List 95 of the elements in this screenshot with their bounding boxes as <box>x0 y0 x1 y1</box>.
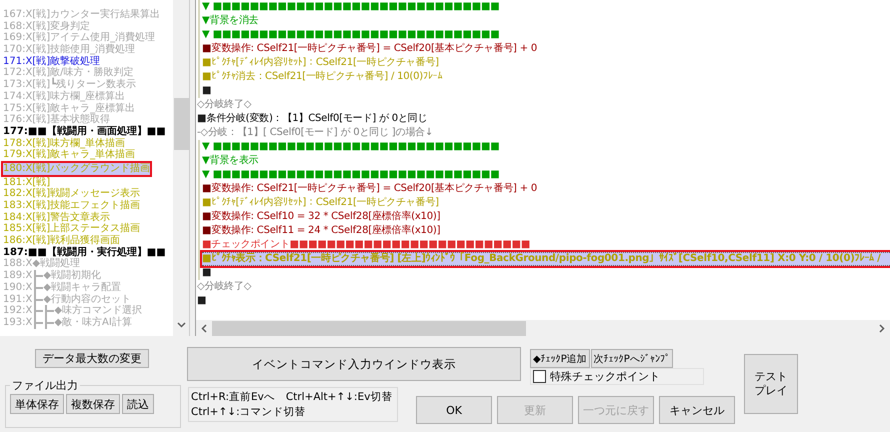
save-button[interactable]: 単体保存 <box>10 394 64 414</box>
command-text: ﾋﾟｸﾁｬ[ﾃﾞｨﾚｲ内容ﾘｾｯﾄ]：CSelf21[一時ピクチャ番号] <box>211 56 439 70</box>
event-list-item[interactable]: ◆戦闘処理 <box>32 258 80 270</box>
command-text: 変数操作: CSelf11 = 24 * CSelf28[座標倍率(x10)] <box>211 224 440 238</box>
event-list-item[interactable]: ◆行動内容のセット <box>43 294 132 306</box>
row-number: 190:X <box>3 282 32 294</box>
add-checkpoint-button[interactable]: ◆ﾁｪｯｸP追加 <box>530 349 590 368</box>
command-marker: ■ <box>202 252 212 266</box>
event-list-item[interactable]: 187:■■【戦闘用・実行処理】■■ <box>3 246 166 258</box>
max-data-button[interactable]: データ最大数の変更 <box>35 349 149 368</box>
tree-line <box>34 316 44 329</box>
event-list-item[interactable]: 172:X[戦]敵/味方・勝敗判定 <box>3 67 134 80</box>
dialog-button[interactable]: OK <box>416 396 492 424</box>
checkbox[interactable] <box>533 370 546 383</box>
event-list-item[interactable]: 184:X[戦]警告文章表示 <box>3 212 110 224</box>
command-marker: ■ <box>202 70 212 84</box>
event-list-item[interactable]: 182:X[戦]戦闘メッセージ表示 <box>3 188 140 200</box>
command-marker: ■ <box>202 42 212 56</box>
command-marker: ■ <box>197 112 206 126</box>
chevron-left-icon[interactable] <box>201 324 207 332</box>
command-window-button[interactable]: イベントコマンド入力ウインドウ表示 <box>187 347 521 381</box>
command-text: 変数操作: CSelf21[一時ピクチャ番号] = CSelf20[基本ピクチャ番号] + 0 <box>211 182 538 196</box>
event-list-item[interactable]: 174:X[戦]味方欄_座標算出 <box>3 90 126 102</box>
separator-comment: ▼ ■■■■■■■■■■■■■■■■■■■■■■■■■■■■■■■ <box>202 28 500 42</box>
command-text: ▼背景を表示 <box>202 154 258 168</box>
row-number: 189:X <box>3 270 32 282</box>
command-text: 変数操作: CSelf10 = 32 * CSelf28[座標倍率(x10)] <box>211 210 440 224</box>
command-marker: ■ <box>202 182 212 196</box>
shortcut-text: Ctrl+R:直前Evへ Ctrl+Alt+↑↓:Ev切替 <box>191 390 394 405</box>
event-list-item[interactable]: 180:X[戦]バックグラウンド描画 <box>3 162 150 175</box>
row-number: 192:X <box>3 305 32 317</box>
horizontal-scrollbar[interactable] <box>196 320 890 336</box>
row-number: 193:X <box>3 316 32 329</box>
command-marker: ■ <box>202 224 212 238</box>
event-list-item[interactable]: 186:X[戦]戦利品獲得画面 <box>3 235 120 247</box>
command-text: ■チェックポイント■■■■■■■■■■■■■■■■■■■■■■■■■■ <box>202 238 530 252</box>
row-number: 191:X <box>3 294 32 306</box>
command-text: ◇分岐終了◇ <box>197 280 252 294</box>
command-marker: ■ <box>202 266 212 280</box>
row-number: 188:X <box>3 258 32 270</box>
save-button[interactable]: 読込 <box>122 394 154 414</box>
shortcut-text: Ctrl+↑↓:コマンド切替 <box>191 405 307 420</box>
command-text: ﾋﾟｸﾁｬ[ﾃﾞｨﾚｲ内容ﾘｾｯﾄ]：CSelf21[一時ピクチャ番号] <box>211 196 439 210</box>
event-list-item[interactable]: 176:X[戦]基本状態取得 <box>3 114 110 126</box>
command-marker: ■ <box>202 196 212 210</box>
event-list-item[interactable]: 171:X[戦]敵撃破処理 <box>3 56 100 68</box>
command-marker: ■ <box>202 84 212 98</box>
selected-command-row[interactable]: ■ﾋﾟｸﾁｬ表示：CSelf21[一時ピクチャ番号] [左上]ｳｨﾝﾄﾞｳ「Fog_BackGround/pipo-fog001.png」ｻｲｽﾞ[CSelf10,CSelf11] X:0 Y:0 / 10(0)ﾌﾚｰﾑ / <box>202 252 890 266</box>
tree-line <box>34 305 44 317</box>
event-list-item[interactable]: 169:X[戦]アイテム使用_消費処理 <box>3 32 156 44</box>
event-list[interactable] <box>0 0 190 336</box>
group-legend: ファイル出力 <box>10 378 80 393</box>
event-list-item[interactable]: 173:X[戦]┗残りターン数表示 <box>3 79 136 91</box>
event-list-item[interactable]: 177:■■【戦闘用・画面処理】■■ <box>3 126 166 138</box>
test-play-button[interactable]: テスト プレイ <box>744 354 798 414</box>
checkbox-label: 特殊チェックポイント <box>550 369 660 384</box>
separator-comment: ▼ ■■■■■■■■■■■■■■■■■■■■■■■■■■■■■■■ <box>202 140 500 154</box>
command-marker: ■ <box>202 210 212 224</box>
scrollbar-thumb[interactable] <box>212 320 526 336</box>
separator-comment: ▼ ■■■■■■■■■■■■■■■■■■■■■■■■■■■■■■■ <box>202 168 500 182</box>
command-marker: ■ <box>202 56 212 70</box>
event-list-item[interactable]: 183:X[戦]技能エフェクト描画 <box>3 200 140 212</box>
event-list-item[interactable]: ◆味方コマンド選択 <box>54 305 142 317</box>
separator-comment: ▼ ■■■■■■■■■■■■■■■■■■■■■■■■■■■■■■■ <box>202 0 500 14</box>
event-list-item[interactable]: 178:X[戦]味方欄_単体描画 <box>3 138 126 150</box>
command-text: ▼背景を消去 <box>202 14 258 28</box>
chevron-right-icon[interactable] <box>879 324 885 332</box>
tree-line <box>45 305 54 317</box>
event-list-item[interactable]: 168:X[戦]変身判定 <box>3 20 90 32</box>
tree-line <box>34 270 44 282</box>
event-list-item[interactable]: ◆戦闘キャラ配置 <box>43 282 122 294</box>
tree-line <box>34 282 44 294</box>
event-list-item[interactable]: ◆戦闘初期化 <box>43 270 102 282</box>
dialog-button[interactable]: キャンセル <box>659 396 735 424</box>
command-text: ﾋﾟｸﾁｬ表示：CSelf21[一時ピクチャ番号] [左上]ｳｨﾝﾄﾞｳ「Fog_BackGround/pipo-fog001.png」ｻｲｽﾞ[CSelf10,CSelf11] X:0 Y:0 / 10(0)ﾌﾚｰﾑ / <box>211 252 881 266</box>
chevron-down-icon[interactable] <box>176 322 186 328</box>
command-text: -◇分岐：【1】[ CSelf0[モード] が 0と同じ ]の場合↓ <box>197 126 434 140</box>
event-list-item[interactable]: 167:X[戦]カウンター実行結果算出 <box>3 9 160 21</box>
event-list-item[interactable]: 179:X[戦]敵キャラ_単体描画 <box>3 149 136 161</box>
tree-line <box>34 294 44 306</box>
command-marker: ■ <box>197 294 206 308</box>
event-list-item[interactable]: 170:X[戦]技能使用_消費処理 <box>3 44 136 56</box>
command-editor[interactable] <box>195 0 890 336</box>
event-list-item[interactable]: 175:X[戦]敵キャラ_座標算出 <box>3 102 136 114</box>
jump-checkpoint-button[interactable]: 次ﾁｪｯｸPへｼﾞｬﾝﾌﾟ <box>590 349 673 368</box>
event-list-item[interactable]: ◆敵・味方AI計算 <box>54 316 132 329</box>
save-button[interactable]: 複数保存 <box>66 394 120 414</box>
scrollbar-thumb[interactable] <box>174 98 188 150</box>
event-list-item[interactable]: 185:X[戦]上部ステータス描画 <box>3 223 140 236</box>
command-text: 変数操作: CSelf21[一時ピクチャ番号] = CSelf20[基本ピクチャ番号] + 0 <box>211 42 538 56</box>
event-list-item[interactable]: 181:X[戦] <box>3 176 50 188</box>
command-text: ﾋﾟｸﾁｬ消去：CSelf21[一時ピクチャ番号] / 10(0)ﾌﾚｰﾑ <box>211 70 442 84</box>
tree-line <box>45 316 54 329</box>
command-text: ◇分岐終了◇ <box>197 98 252 112</box>
command-text: 条件分岐(変数)：【1】CSelf0[モード] が 0と同じ <box>206 112 428 126</box>
